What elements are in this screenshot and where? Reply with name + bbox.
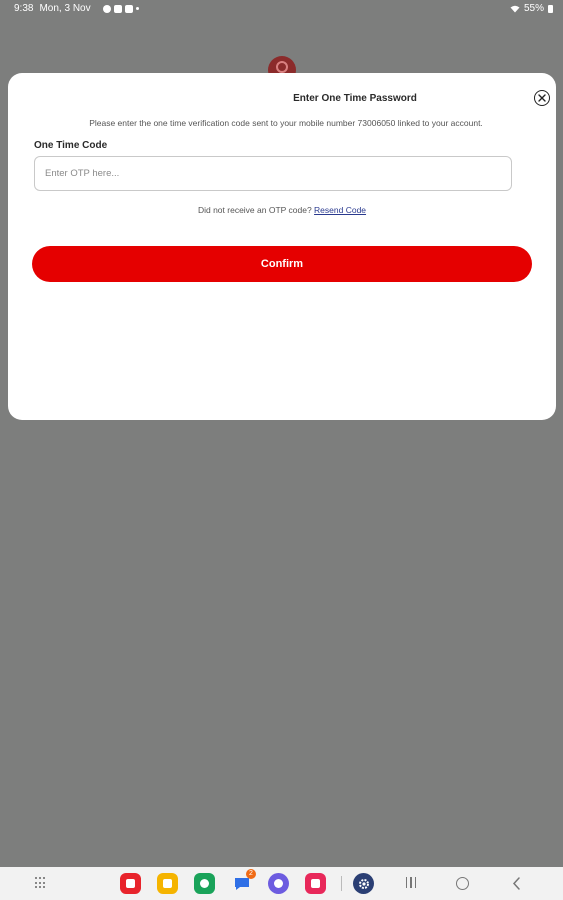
chat-glyph — [274, 879, 283, 888]
confirm-button[interactable]: Confirm — [32, 246, 532, 282]
messages-app-icon[interactable]: 2 — [231, 869, 256, 894]
messages-badge: 2 — [246, 869, 256, 879]
folder-app-icon[interactable] — [157, 873, 178, 894]
phone-app-icon[interactable] — [194, 873, 215, 894]
folder-glyph — [163, 879, 172, 888]
avatar-head-shape — [276, 61, 288, 73]
close-button[interactable] — [534, 90, 550, 106]
status-right: 55% — [510, 3, 553, 14]
gear-icon — [358, 878, 369, 889]
otp-input[interactable] — [34, 156, 512, 191]
dialog-description: Please enter the one time verification c… — [89, 118, 483, 128]
chat-notification-icon — [102, 4, 111, 13]
otp-dialog: Enter One Time Password Please enter the… — [8, 73, 556, 420]
dock-divider — [341, 876, 342, 891]
app-drawer-icon[interactable] — [35, 877, 47, 889]
battery-icon — [548, 4, 553, 13]
status-date: Mon, 3 Nov — [39, 3, 91, 14]
settings-app-icon[interactable] — [353, 873, 374, 894]
notification-icons — [102, 4, 139, 13]
bag-notification-icon — [124, 4, 133, 13]
gallery-app-icon[interactable] — [305, 873, 326, 894]
resend-code-link[interactable]: Resend Code — [314, 205, 366, 215]
resend-prompt: Did not receive an OTP code? — [197, 205, 315, 215]
more-notifications-icon — [135, 7, 139, 10]
gallery-glyph — [311, 879, 320, 888]
chat-app-icon[interactable] — [268, 873, 289, 894]
navigation-bar: 2 — [0, 867, 563, 900]
resend-line: Did not receive an OTP code? Resend Code — [8, 205, 556, 215]
notes-app-icon[interactable] — [120, 873, 141, 894]
status-bar: 9:38 Mon, 3 Nov 55% — [0, 0, 563, 17]
back-button[interactable] — [511, 877, 523, 890]
wifi-icon — [510, 5, 520, 12]
dialog-title: Enter One Time Password — [293, 93, 417, 104]
close-icon — [538, 94, 546, 102]
home-button[interactable] — [456, 877, 469, 890]
otp-field-label: One Time Code — [34, 140, 108, 151]
phone-glyph — [200, 879, 209, 888]
gallery-notification-icon — [113, 4, 122, 13]
notes-glyph — [126, 879, 135, 888]
battery-level: 55% — [523, 3, 544, 14]
status-time: 9:38 — [14, 3, 34, 14]
status-left: 9:38 Mon, 3 Nov — [14, 3, 139, 14]
recent-apps-button[interactable] — [404, 877, 418, 889]
